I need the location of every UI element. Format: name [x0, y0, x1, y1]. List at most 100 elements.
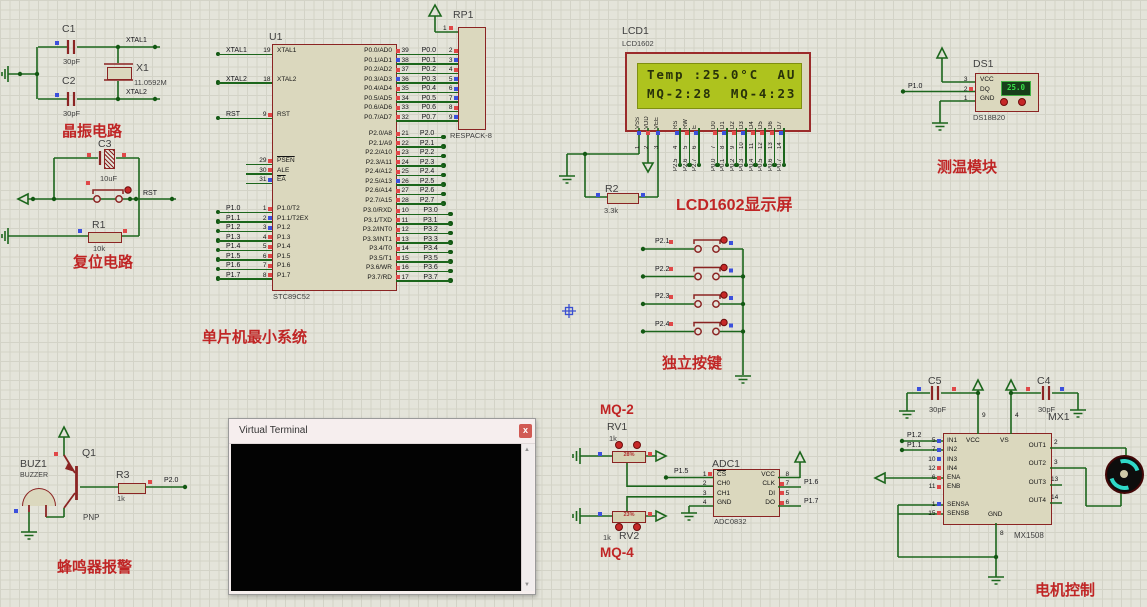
pin-row[interactable]: 24 P2.3: [396, 159, 446, 169]
u1-ref[interactable]: U1: [269, 31, 282, 43]
buz1-ref[interactable]: BUZ1: [20, 458, 47, 470]
terminal-titlebar[interactable]: Virtual Terminal x: [229, 419, 535, 444]
virtual-terminal-window[interactable]: Virtual Terminal x ▲ ▼: [228, 418, 536, 595]
pin-name: OUT3: [1028, 478, 1046, 486]
pin-row[interactable]: P1.4 5: [216, 243, 272, 253]
lcd-pin-column[interactable]: RW 5 P2.6: [682, 105, 692, 171]
terminal-screen[interactable]: [231, 444, 521, 591]
rv2-potentiometer[interactable]: 23%: [612, 511, 646, 523]
r1-ref[interactable]: R1: [92, 219, 105, 231]
pin-row[interactable]: 38 P0.1 3: [396, 57, 458, 67]
lcd-pin-column[interactable]: D4 11 P0.4: [748, 105, 758, 171]
pin-row[interactable]: P1.1 2: [216, 215, 272, 225]
pin-row[interactable]: 30: [246, 167, 272, 177]
pin-row[interactable]: 37 P0.2 4: [396, 66, 458, 76]
pin-row[interactable]: P1.2 3: [216, 224, 272, 234]
r3-ref[interactable]: R3: [116, 469, 129, 481]
key-row[interactable]: P2.4: [655, 321, 695, 349]
pin-number: 12: [928, 464, 936, 472]
scroll-down-icon[interactable]: ▼: [524, 582, 530, 588]
lcd-pin-column[interactable]: VSS 1: [634, 105, 644, 171]
rv1-potentiometer[interactable]: 28%: [612, 451, 646, 463]
lcd-pin-column[interactable]: VDD 2: [644, 105, 654, 171]
lcd-pin-column[interactable]: D5 12 P0.5: [758, 105, 768, 171]
pin-row[interactable]: 25 P2.4: [396, 168, 446, 178]
c1-ref[interactable]: C1: [62, 23, 75, 35]
lcd-pin-column[interactable]: D6 13 P0.6: [767, 105, 777, 171]
rp1-ref[interactable]: RP1: [453, 9, 473, 21]
terminal-scrollbar[interactable]: ▲ ▼: [521, 444, 534, 591]
key-row[interactable]: P2.3: [655, 293, 695, 321]
pin-row[interactable]: 27 P2.6: [396, 187, 446, 197]
pin-number: 8: [262, 271, 267, 279]
dc-motor[interactable]: [1103, 453, 1146, 496]
pin-row[interactable]: P1.6 7: [216, 262, 272, 272]
lcd-pin-column[interactable]: E 6 P2.7: [692, 105, 702, 171]
key-row[interactable]: P2.2: [655, 266, 695, 294]
rp1-body[interactable]: [458, 27, 486, 130]
pin-row[interactable]: 22 P2.1: [396, 140, 446, 150]
pin-row[interactable]: 16 P3.6: [396, 264, 453, 274]
lcd-pin-column[interactable]: RS 4 P2.5: [673, 105, 683, 171]
pin-name-row: P0.5/AD5: [312, 95, 392, 105]
crystal-body[interactable]: [107, 67, 132, 80]
pin-row[interactable]: 12 P3.2: [396, 226, 453, 236]
adc1-ref[interactable]: ADC1: [712, 458, 740, 470]
pin-name-row: P3.1/TXD: [312, 217, 392, 227]
pin-number: 3: [653, 145, 660, 149]
pin-row[interactable]: 23 P2.2: [396, 149, 446, 159]
pin-row[interactable]: 35 P0.4 6: [396, 85, 458, 95]
pin-row[interactable]: P1.0 1: [216, 205, 272, 215]
pin-row[interactable]: XTAL2 18: [216, 76, 272, 105]
r2-resistor[interactable]: [607, 192, 639, 204]
lcd-pin-column[interactable]: D3 10 P0.3: [739, 105, 749, 171]
pin-row[interactable]: P1.5 6: [216, 253, 272, 263]
x1-ref[interactable]: X1: [136, 62, 149, 74]
q1-ref[interactable]: Q1: [82, 447, 96, 459]
pin-row[interactable]: 14 P3.4: [396, 245, 453, 255]
pin-row[interactable]: 15 P3.5: [396, 255, 453, 265]
pin-row[interactable]: 28 P2.7: [396, 197, 446, 207]
lcd-pin-column[interactable]: VEE 3: [653, 105, 663, 171]
pin-row[interactable]: P1.3 4: [216, 234, 272, 244]
lcd1-ref[interactable]: LCD1: [622, 25, 649, 37]
pin-row[interactable]: 33 P0.6 8: [396, 104, 458, 114]
pin-row[interactable]: 17 P3.7: [396, 274, 453, 284]
c5-ref[interactable]: C5: [928, 375, 941, 387]
r1-resistor[interactable]: [88, 231, 122, 243]
ds1-ref[interactable]: DS1: [973, 58, 993, 70]
pin-row[interactable]: 34 P0.5 7: [396, 95, 458, 105]
lcd-pin-column[interactable]: D0 7 P0.0: [710, 105, 720, 171]
pin-row[interactable]: 13 P3.3: [396, 236, 453, 246]
pin-row[interactable]: 26 P2.5: [396, 178, 446, 188]
pin-name-row: P3.6/WR: [312, 264, 392, 274]
buzzer-body[interactable]: [22, 488, 56, 506]
pin-number-row: 15: [914, 510, 941, 519]
scroll-up-icon[interactable]: ▲: [524, 447, 530, 453]
close-button[interactable]: x: [519, 424, 532, 438]
lcd-pin-column[interactable]: D7 14 P0.7: [777, 105, 787, 171]
pin-row[interactable]: 10 P3.0: [396, 207, 453, 217]
net-label: P0.3: [739, 158, 745, 171]
pin-row[interactable]: XTAL1 19: [216, 47, 272, 76]
pin-row[interactable]: 39 P0.0 2: [396, 47, 458, 57]
pin-row[interactable]: 36 P0.3 5: [396, 76, 458, 86]
lcd-pin-column[interactable]: D2 9 P0.2: [729, 105, 739, 171]
pin-row[interactable]: 11 P3.1: [396, 217, 453, 227]
c3-capacitor[interactable]: [104, 149, 115, 169]
schematic-canvas[interactable]: C1 30pF C2 30pF X1 11.0592M XTAL1 XTAL2 …: [0, 0, 1147, 607]
rv1-ref[interactable]: RV1: [607, 421, 627, 433]
rv2-ref[interactable]: RV2: [619, 530, 639, 542]
c2-ref[interactable]: C2: [62, 75, 75, 87]
key-row[interactable]: P2.1: [655, 238, 695, 266]
lcd-pin-column[interactable]: D1 8 P0.1: [720, 105, 730, 171]
pin-row[interactable]: 31: [246, 176, 272, 186]
pin-row[interactable]: 29: [246, 157, 272, 167]
pin-row[interactable]: P1.7 8: [216, 271, 272, 282]
pin-row[interactable]: 21 P2.0: [396, 130, 446, 140]
mx1-ref[interactable]: MX1: [1048, 411, 1070, 423]
r3-resistor[interactable]: [118, 482, 146, 494]
pin-row[interactable]: 32 P0.7 9: [396, 114, 458, 124]
c4-ref[interactable]: C4: [1037, 375, 1050, 387]
pin-row[interactable]: RST 9: [216, 111, 272, 121]
